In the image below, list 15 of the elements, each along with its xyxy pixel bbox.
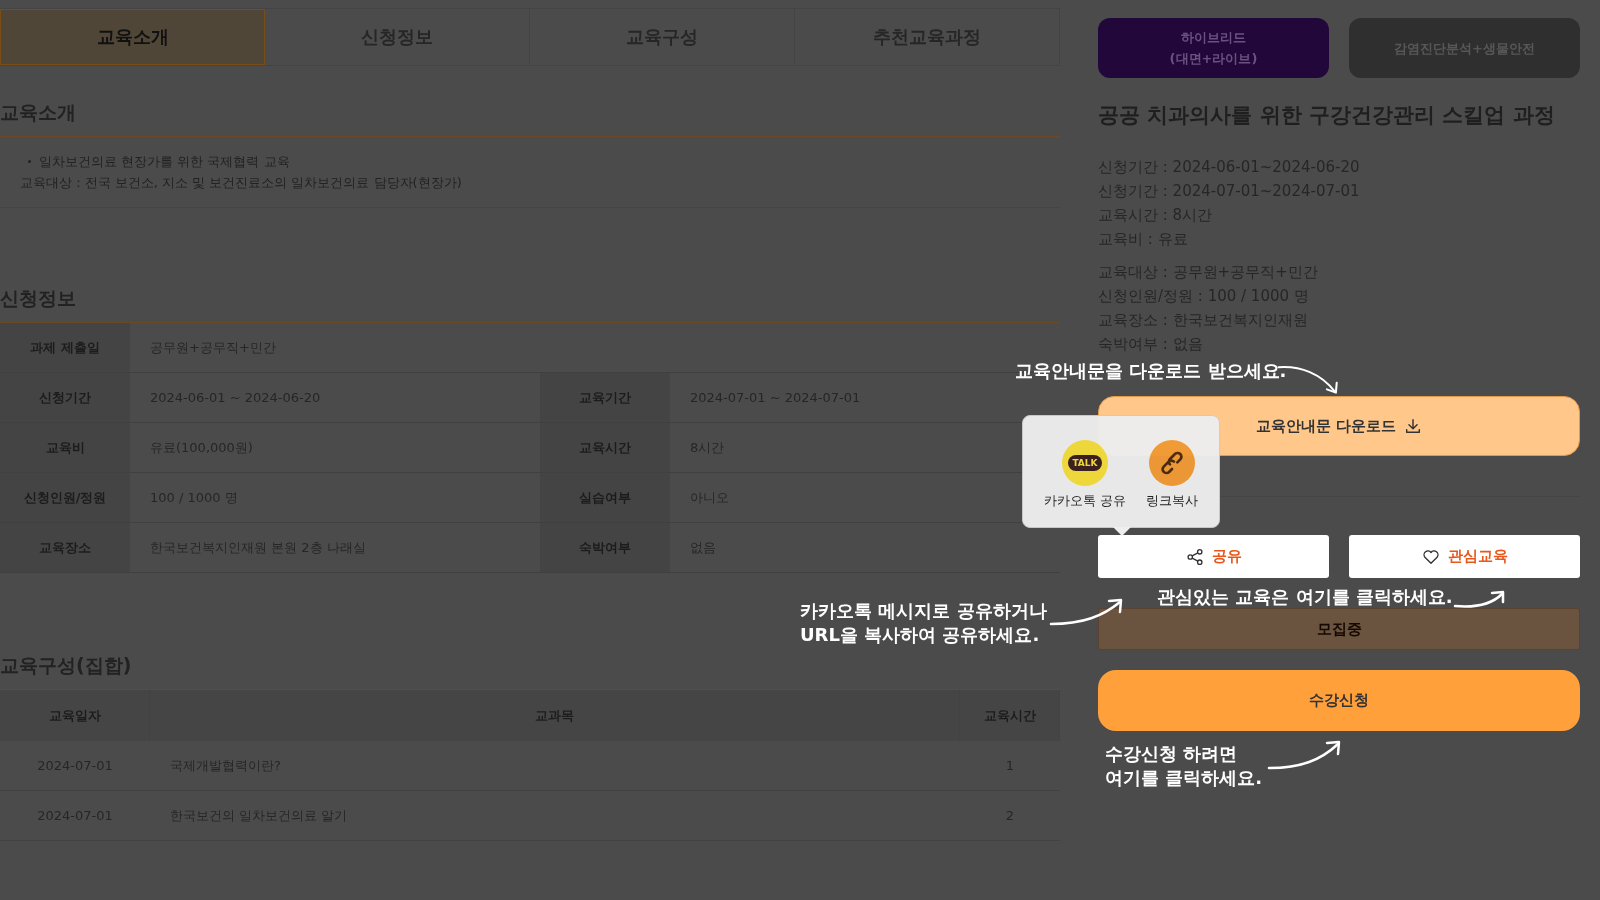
- hint-text: 카카오톡 메시지로 공유하거나 URL을 복사하여 공유하세요.: [800, 599, 1047, 647]
- apply-button[interactable]: 수강신청: [1098, 670, 1580, 731]
- bullet-icon: [28, 160, 31, 163]
- status-button[interactable]: 모집중: [1098, 608, 1580, 650]
- tab[interactable]: 교육소개: [0, 9, 265, 65]
- category-badge: 하이브리드 (대면+라이브): [1098, 18, 1329, 78]
- share-icon: [1185, 547, 1204, 566]
- hint-text: 수강신청 하려면 여기를 클릭하세요.: [1105, 742, 1263, 790]
- hint-text: 관심있는 교육은 여기를 클릭하세요.: [1157, 585, 1453, 609]
- share-button[interactable]: 공유: [1098, 535, 1329, 578]
- download-icon: [1404, 417, 1423, 435]
- interest-button[interactable]: 관심교육: [1349, 535, 1580, 578]
- heart-icon: [1421, 547, 1440, 566]
- link-icon: [1149, 440, 1196, 486]
- chat-bubble-icon: TALK: [1062, 440, 1108, 486]
